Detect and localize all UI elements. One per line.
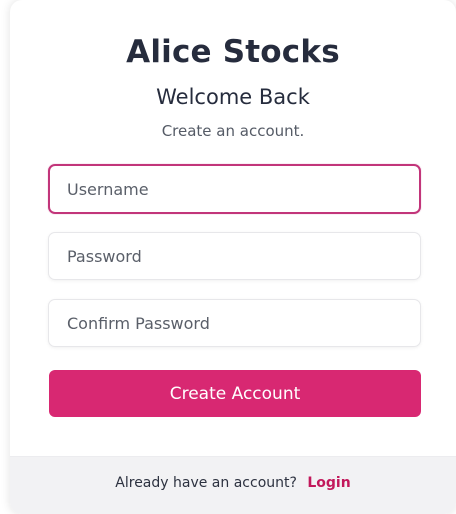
login-prompt: Already have an account? [115,475,297,491]
card-footer: Already have an account? Login [10,456,456,514]
password-input[interactable] [48,232,421,280]
signup-card: Alice Stocks Welcome Back Create an acco… [10,0,456,514]
login-link[interactable]: Login [307,475,350,491]
username-input[interactable] [48,164,421,214]
create-account-button[interactable]: Create Account [49,370,421,417]
form-subtitle: Create an account. [161,122,305,140]
confirm-password-input[interactable] [48,299,421,347]
welcome-heading: Welcome Back [156,85,310,109]
brand-title: Alice Stocks [126,34,340,70]
